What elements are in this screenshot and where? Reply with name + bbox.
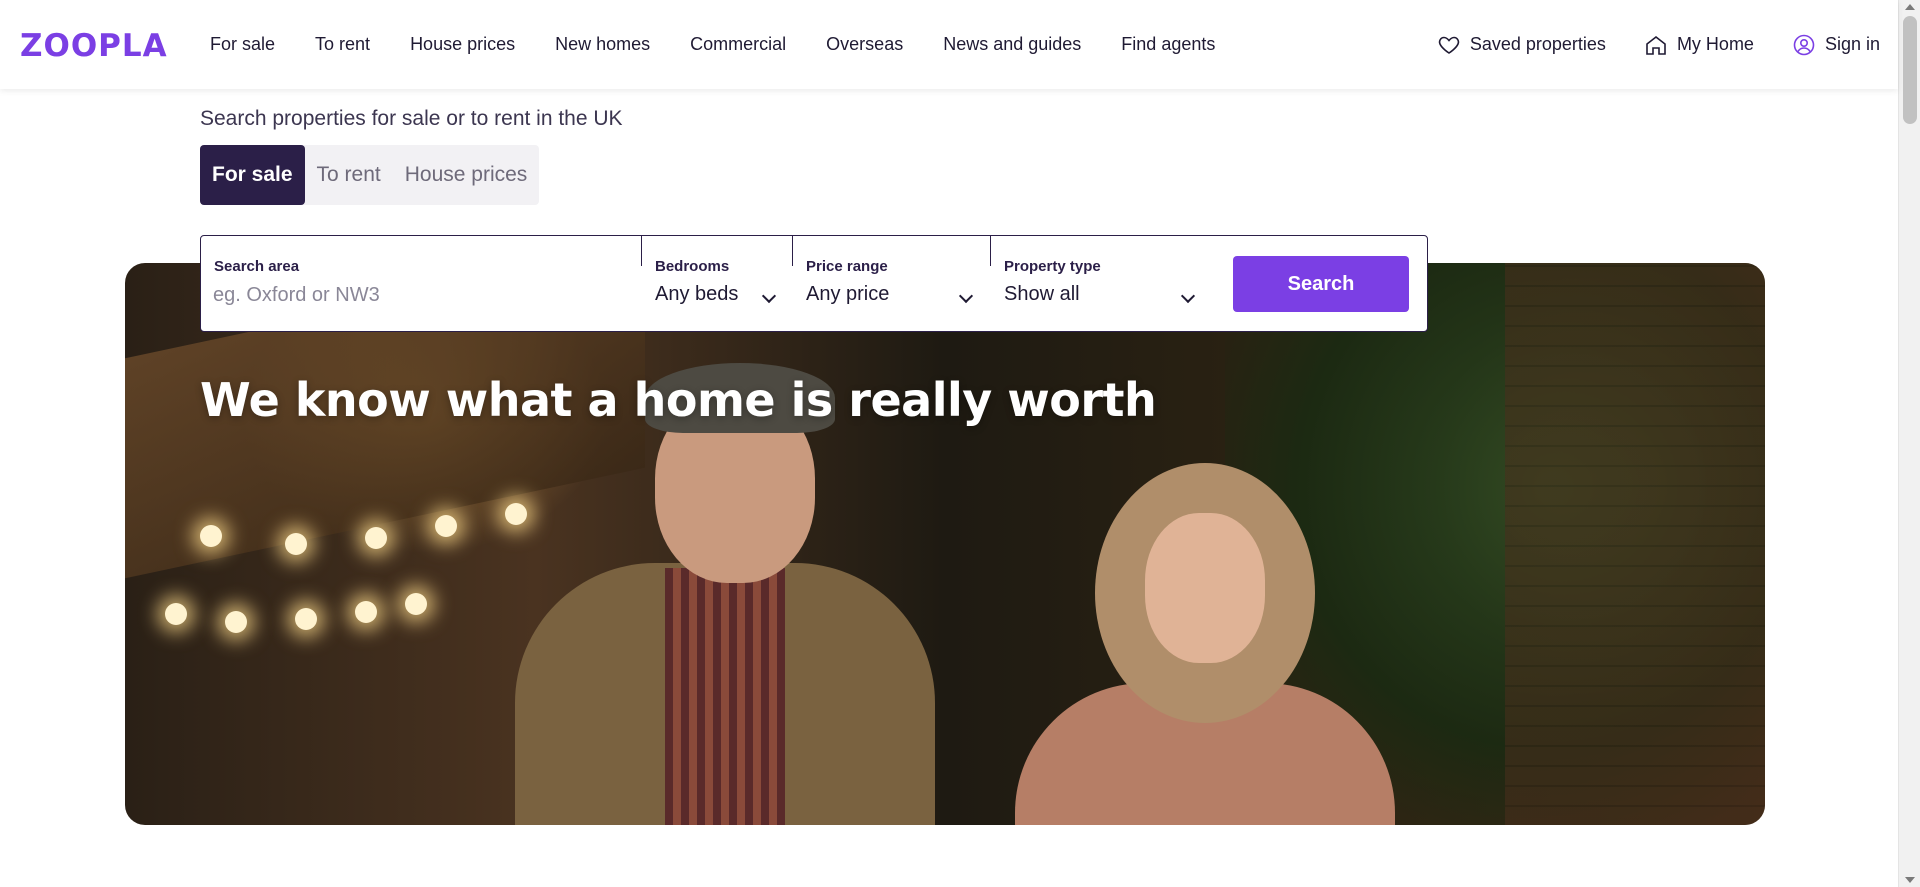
hero-banner: We know what a home is really worth (125, 263, 1765, 825)
saved-properties-label: Saved properties (1469, 34, 1606, 54)
light-bulb (285, 533, 307, 555)
nav-overseas[interactable]: Overseas (806, 34, 923, 55)
search-area-input[interactable] (213, 280, 623, 310)
nav-news-and-guides[interactable]: News and guides (923, 34, 1101, 55)
tab-house-prices[interactable]: House prices (393, 145, 540, 205)
hero-woman (995, 463, 1415, 825)
page-scrollbar[interactable] (1898, 0, 1920, 887)
property-type-label: Property type (1004, 258, 1101, 275)
search-area-label: Search area (214, 258, 300, 275)
search-button[interactable]: Search (1233, 256, 1409, 312)
user-circle-icon (1793, 34, 1815, 55)
zoopla-logo[interactable]: ZOOPLA (20, 28, 168, 64)
heart-icon (1438, 36, 1460, 54)
tab-to-rent[interactable]: To rent (305, 145, 393, 205)
my-home-link[interactable]: My Home (1644, 33, 1754, 57)
nav-house-prices[interactable]: House prices (390, 34, 535, 55)
property-type-value: Show all (1004, 283, 1080, 305)
my-home-label: My Home (1676, 34, 1754, 54)
hero-brick-wall (1505, 263, 1765, 825)
house-icon (1646, 35, 1666, 55)
bedrooms-label: Bedrooms (655, 258, 730, 275)
scroll-down-icon[interactable] (1905, 877, 1915, 883)
nav-to-rent[interactable]: To rent (295, 34, 390, 55)
chevron-down-icon (1180, 288, 1196, 304)
nav-commercial[interactable]: Commercial (670, 34, 806, 55)
light-bulb (295, 608, 317, 630)
price-range-select[interactable]: Price range Any price (793, 236, 990, 333)
sign-in-label: Sign in (1824, 34, 1880, 54)
tab-for-sale[interactable]: For sale (200, 145, 305, 205)
light-bulb (200, 525, 222, 547)
sign-in-link[interactable]: Sign in (1792, 33, 1880, 57)
bedrooms-select[interactable]: Bedrooms Any beds (642, 236, 792, 333)
light-bulb (405, 593, 427, 615)
search-intro-text: Search properties for sale or to rent in… (200, 107, 623, 130)
property-type-select[interactable]: Property type Show all (991, 236, 1196, 333)
chevron-down-icon (761, 288, 777, 304)
hero-title: We know what a home is really worth (200, 373, 1157, 427)
main-nav: For sale To rent House prices New homes … (190, 0, 1235, 89)
price-range-label: Price range (806, 258, 888, 275)
search-mode-tabs: For sale To rent House prices (200, 145, 540, 205)
scrollbar-thumb[interactable] (1903, 16, 1917, 124)
nav-new-homes[interactable]: New homes (535, 34, 670, 55)
light-bulb (365, 527, 387, 549)
price-range-value: Any price (806, 283, 890, 305)
light-bulb (225, 611, 247, 633)
site-header: ZOOPLA For sale To rent House prices New… (0, 0, 1898, 89)
nav-for-sale[interactable]: For sale (190, 34, 295, 55)
bedrooms-value: Any beds (655, 283, 739, 305)
scroll-up-icon[interactable] (1905, 4, 1915, 10)
nav-find-agents[interactable]: Find agents (1101, 34, 1235, 55)
light-bulb (435, 515, 457, 537)
light-bulb (355, 601, 377, 623)
property-search-bar: Search area Bedrooms Any beds Price rang… (200, 235, 1428, 332)
light-bulb (165, 603, 187, 625)
account-nav: Saved properties My Home Sign in (1437, 0, 1880, 89)
saved-properties-link[interactable]: Saved properties (1437, 33, 1606, 57)
search-area-field[interactable]: Search area (201, 236, 641, 333)
chevron-down-icon (958, 288, 974, 304)
